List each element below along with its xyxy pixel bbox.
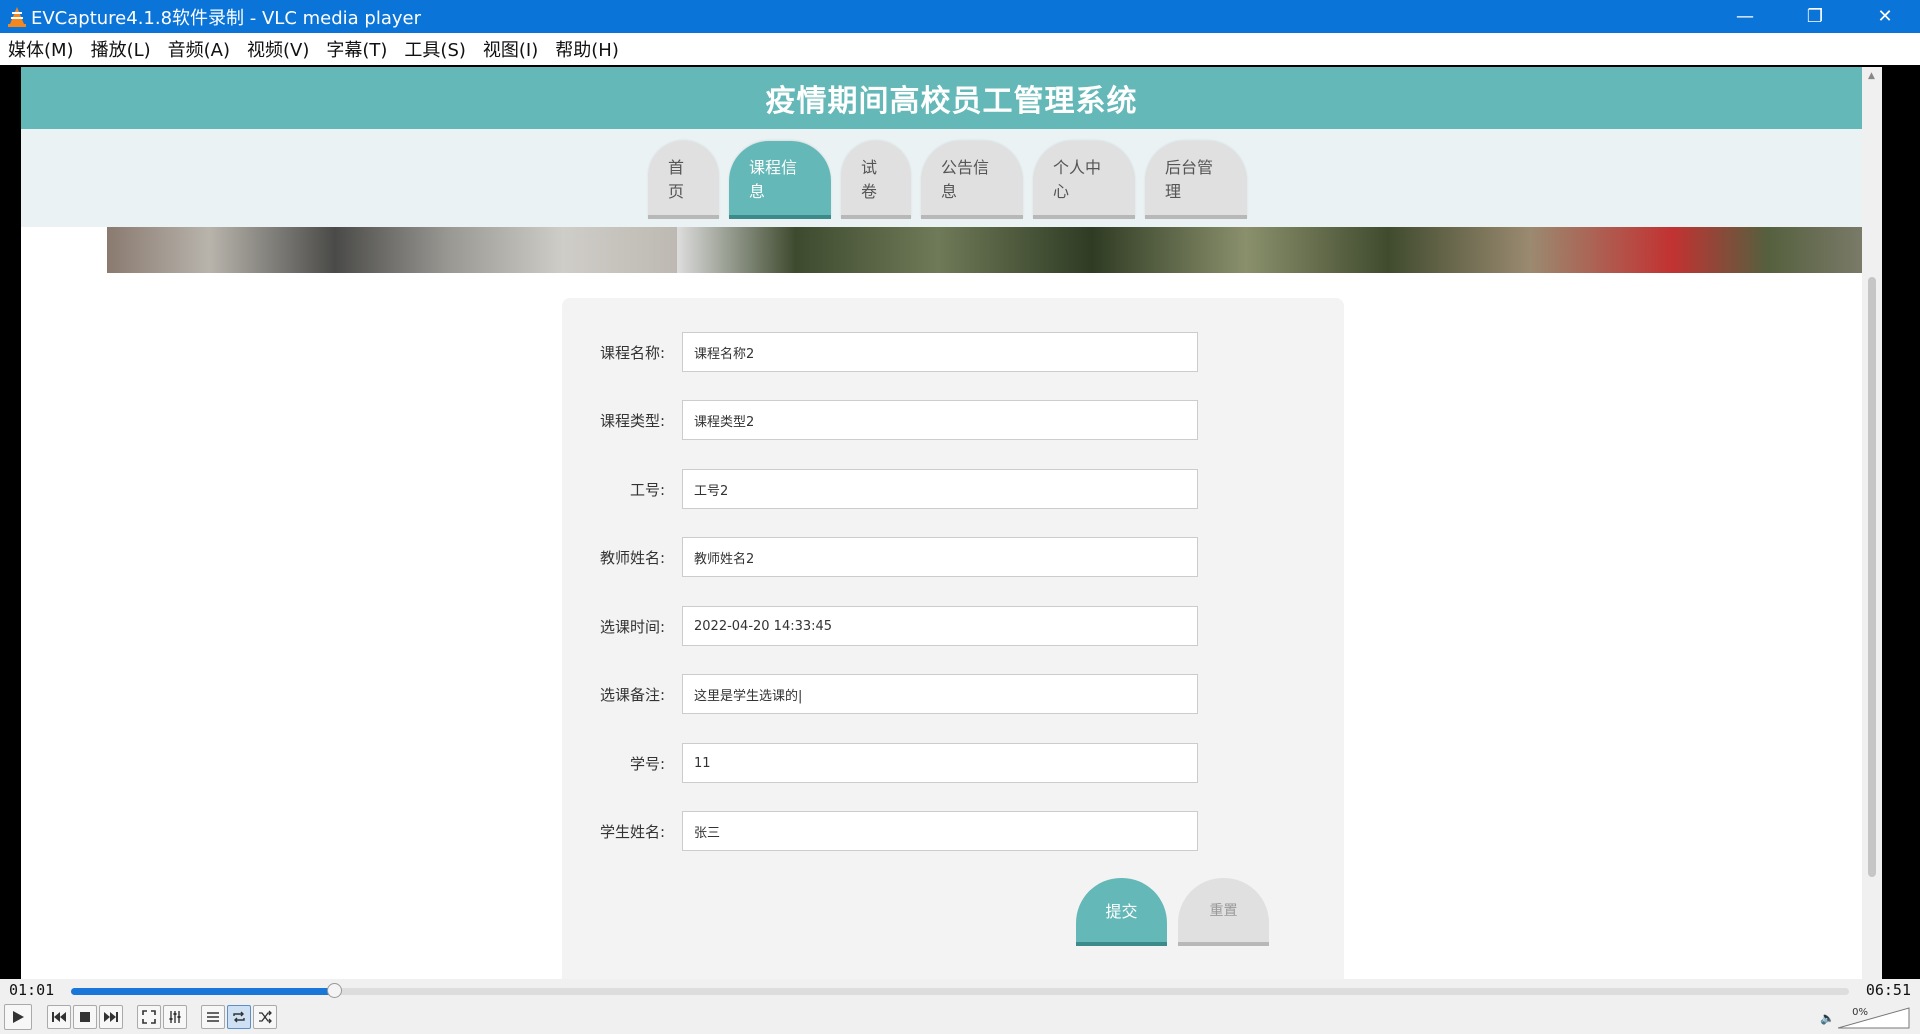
- menu-playback[interactable]: 播放(L): [91, 36, 151, 62]
- menu-help[interactable]: 帮助(H): [555, 36, 619, 62]
- banner-building-photo: [107, 227, 677, 273]
- teacher-name-label: 教师姓名:: [599, 548, 665, 567]
- teacher-name-input[interactable]: 教师姓名2: [682, 537, 1198, 577]
- form-row: 学号: 11: [562, 743, 1344, 783]
- scrollbar-thumb[interactable]: [1868, 277, 1876, 877]
- tab-course-info[interactable]: 课程信息: [729, 141, 831, 219]
- shuffle-button[interactable]: [253, 1005, 277, 1029]
- video-area[interactable]: 疫情期间高校员工管理系统 首页 课程信息 试卷 公告信息 个人中心 后台管理 课…: [0, 65, 1920, 979]
- site-header: 疫情期间高校员工管理系统: [21, 67, 1882, 129]
- tab-exam-paper[interactable]: 试卷: [841, 141, 911, 219]
- reset-button[interactable]: 重置: [1178, 878, 1269, 946]
- menu-media[interactable]: 媒体(M): [8, 36, 74, 62]
- loop-button[interactable]: [227, 1005, 251, 1029]
- form-row: 课程名称: 课程名称2: [562, 332, 1344, 372]
- page-scrollbar[interactable]: ▲: [1862, 67, 1882, 979]
- select-time-label: 选课时间:: [599, 617, 665, 636]
- stop-icon: [80, 1012, 90, 1022]
- minimize-button[interactable]: —: [1710, 0, 1780, 33]
- speaker-icon[interactable]: 🔈: [1820, 1011, 1835, 1025]
- previous-icon: [52, 1012, 66, 1022]
- volume-slider[interactable]: [1838, 1007, 1910, 1029]
- fullscreen-icon: [142, 1010, 156, 1024]
- seek-handle[interactable]: [327, 983, 343, 998]
- close-button[interactable]: ✕: [1850, 0, 1920, 33]
- window-title: EVCapture4.1.8软件录制 - VLC media player: [31, 7, 421, 29]
- nav-bar: 首页 课程信息 试卷 公告信息 个人中心 后台管理: [21, 129, 1882, 227]
- menu-bar: 媒体(M) 播放(L) 音频(A) 视频(V) 字幕(T) 工具(S) 视图(I…: [0, 33, 1920, 65]
- student-id-input[interactable]: 11: [682, 743, 1198, 783]
- play-icon: [13, 1011, 24, 1023]
- extended-settings-button[interactable]: [163, 1005, 187, 1029]
- volume-percent: 0%: [1852, 1007, 1868, 1018]
- playlist-button[interactable]: [201, 1005, 225, 1029]
- shuffle-icon: [259, 1010, 272, 1024]
- title-bar: EVCapture4.1.8软件录制 - VLC media player — …: [0, 0, 1920, 33]
- web-page: 疫情期间高校员工管理系统 首页 课程信息 试卷 公告信息 个人中心 后台管理 课…: [21, 67, 1882, 979]
- form-row: 课程类型: 课程类型2: [562, 400, 1344, 440]
- student-name-label: 学生姓名:: [599, 822, 665, 841]
- form-row: 教师姓名: 教师姓名2: [562, 537, 1344, 577]
- select-note-input[interactable]: 这里是学生选课的|: [682, 674, 1198, 714]
- playlist-icon: [207, 1012, 219, 1022]
- menu-subtitle[interactable]: 字幕(T): [326, 36, 387, 62]
- menu-view[interactable]: 视图(I): [483, 36, 538, 62]
- next-button[interactable]: [99, 1005, 123, 1029]
- student-id-label: 学号:: [629, 754, 665, 773]
- restore-button[interactable]: ❐: [1780, 0, 1850, 33]
- course-name-input[interactable]: 课程名称2: [682, 332, 1198, 372]
- select-time-input[interactable]: 2022-04-20 14:33:45: [682, 606, 1198, 646]
- tab-personal-center[interactable]: 个人中心: [1033, 141, 1135, 219]
- submit-button[interactable]: 提交: [1076, 878, 1167, 946]
- tab-home[interactable]: 首页: [648, 141, 719, 219]
- elapsed-time: 01:01: [9, 981, 55, 999]
- play-button[interactable]: [4, 1004, 32, 1030]
- banner-image: [21, 227, 1882, 273]
- total-time: 06:51: [1865, 981, 1911, 999]
- scroll-up-icon[interactable]: ▲: [1868, 71, 1875, 81]
- seek-bar[interactable]: [71, 983, 1849, 998]
- form-row: 选课时间: 2022-04-20 14:33:45: [562, 606, 1344, 646]
- course-name-label: 课程名称:: [599, 343, 665, 362]
- form-row: 选课备注: 这里是学生选课的|: [562, 674, 1344, 714]
- select-note-label: 选课备注:: [599, 685, 665, 704]
- staff-id-input[interactable]: 工号2: [682, 469, 1198, 509]
- next-icon: [104, 1012, 118, 1022]
- site-title: 疫情期间高校员工管理系统: [765, 84, 1138, 119]
- equalizer-icon: [169, 1011, 181, 1023]
- student-name-input[interactable]: 张三: [682, 811, 1198, 851]
- nav-tabs: 首页 课程信息 试卷 公告信息 个人中心 后台管理: [648, 141, 1257, 219]
- menu-audio[interactable]: 音频(A): [168, 36, 230, 62]
- tab-announcements[interactable]: 公告信息: [921, 141, 1023, 219]
- previous-button[interactable]: [47, 1005, 71, 1029]
- form-row: 学生姓名: 张三: [562, 811, 1344, 851]
- stop-button[interactable]: [73, 1005, 97, 1029]
- course-type-input[interactable]: 课程类型2: [682, 400, 1198, 440]
- course-form: 课程名称: 课程名称2 课程类型: 课程类型2 工号: 工号2 教师姓名: 教师…: [562, 298, 1344, 979]
- menu-tools[interactable]: 工具(S): [404, 36, 465, 62]
- volume-control[interactable]: 🔈 0%: [1820, 1007, 1910, 1029]
- course-type-label: 课程类型:: [599, 411, 665, 430]
- player-controls: 01:01 06:51 🔈 0%: [0, 979, 1920, 1034]
- tab-admin[interactable]: 后台管理: [1145, 141, 1247, 219]
- fullscreen-button[interactable]: [137, 1005, 161, 1029]
- form-row: 工号: 工号2: [562, 469, 1344, 509]
- seek-progress: [71, 988, 335, 995]
- menu-video[interactable]: 视频(V): [247, 36, 309, 62]
- loop-icon: [233, 1011, 245, 1023]
- banner-plants-photo: [677, 227, 1862, 273]
- vlc-cone-icon: [7, 6, 27, 28]
- staff-id-label: 工号:: [629, 480, 665, 499]
